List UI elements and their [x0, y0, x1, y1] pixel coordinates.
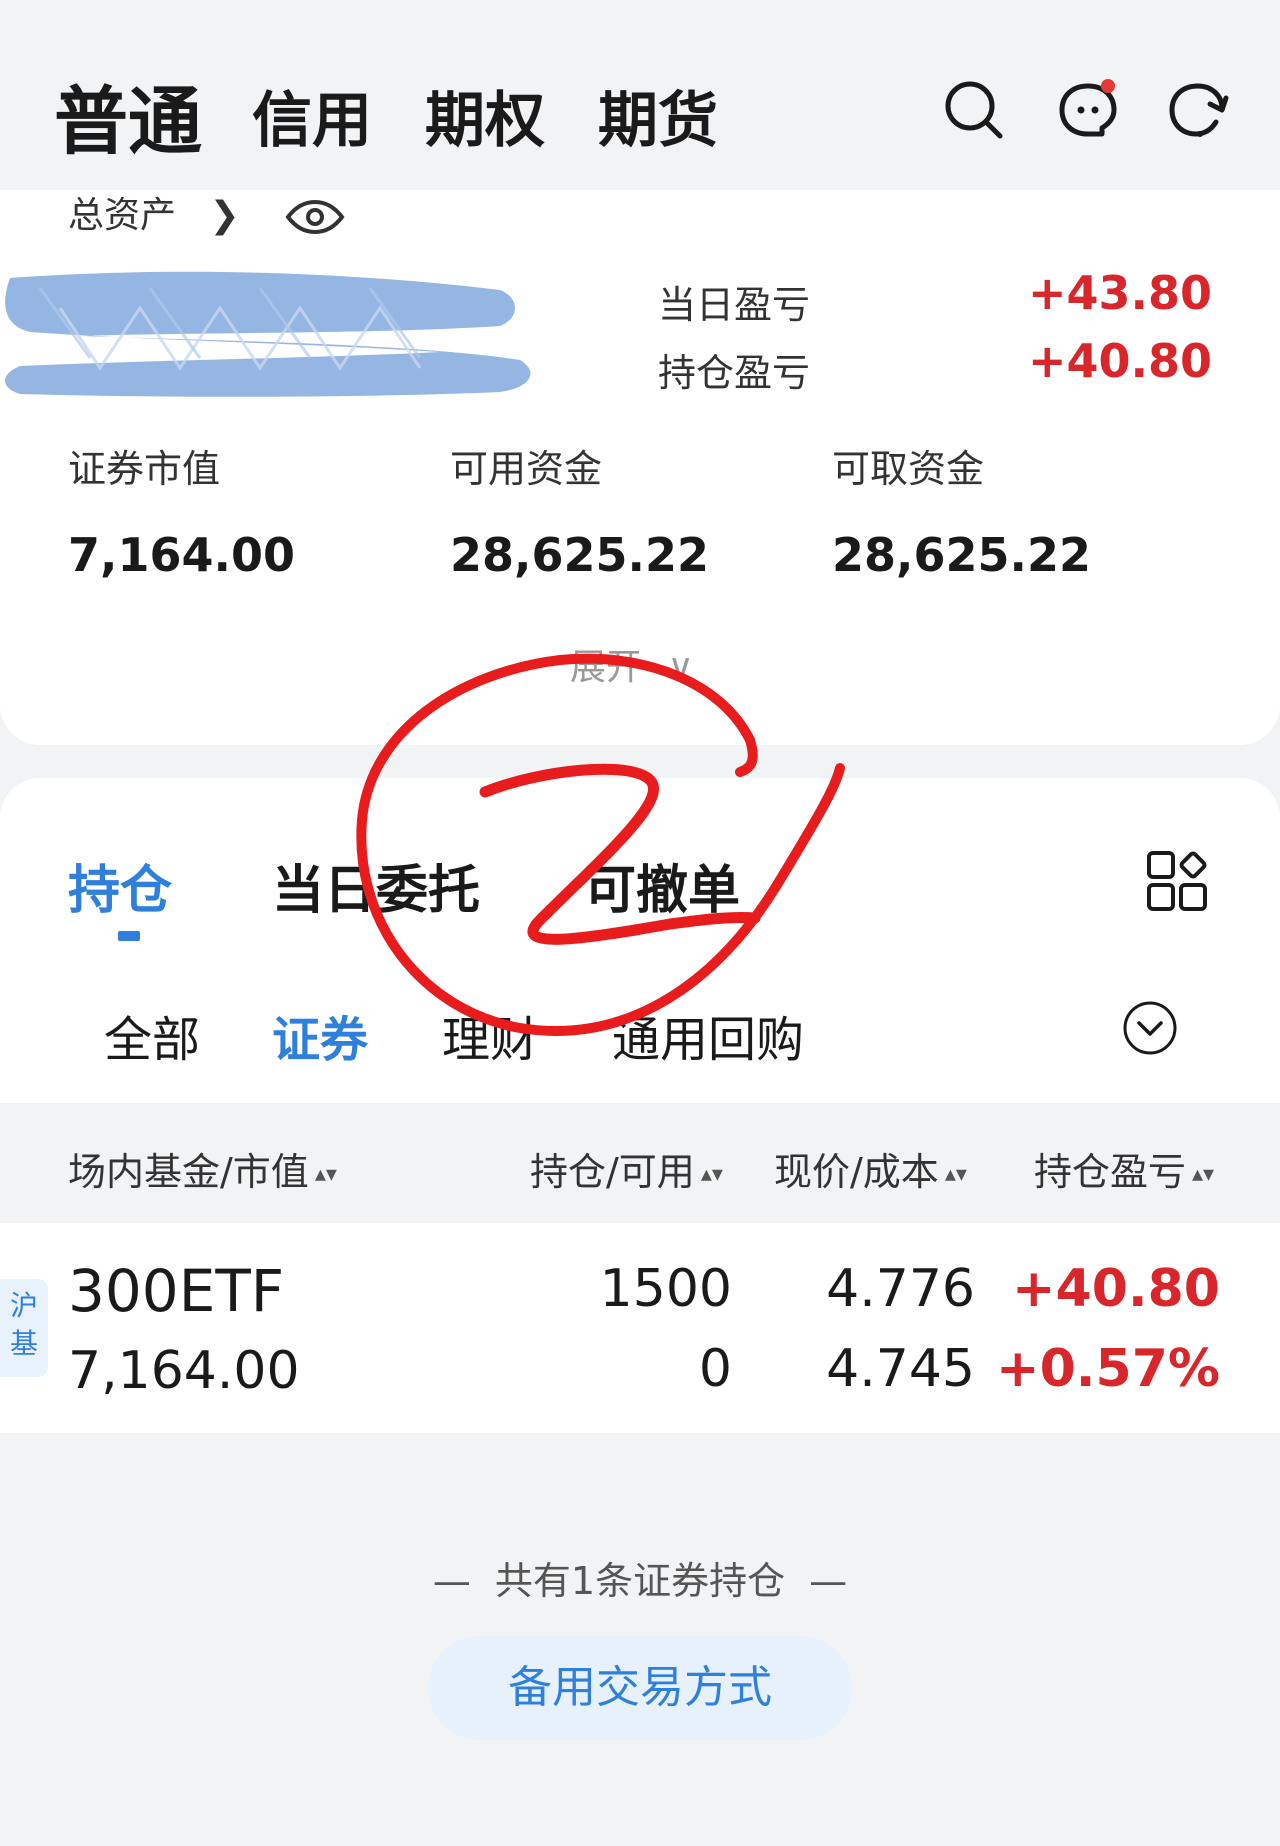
- tab-credit[interactable]: 信用: [252, 72, 372, 159]
- row-pnl-percent: +0.57%: [996, 1339, 1220, 1399]
- row-pnl: +40.80: [1011, 1259, 1220, 1319]
- header-fund-value-label: 场内基金/市值: [68, 1150, 309, 1194]
- chevron-right-icon: ❯: [209, 195, 240, 236]
- chat-icon[interactable]: [1056, 78, 1120, 142]
- divider-left: —: [432, 1559, 471, 1603]
- total-assets-row[interactable]: 总资产 ❯: [68, 186, 345, 238]
- eye-icon[interactable]: [285, 199, 345, 235]
- divider-right: —: [809, 1559, 848, 1603]
- subtab-wealth[interactable]: 理财: [442, 1000, 538, 1070]
- cost-price: 4.745: [826, 1339, 975, 1399]
- sort-icon: ▴▾: [314, 1162, 337, 1187]
- tab-futures[interactable]: 期货: [598, 72, 718, 159]
- account-type-tabbar: 普通 信用 期权 期货: [0, 0, 1280, 190]
- tab-today-orders[interactable]: 当日委托: [272, 848, 480, 923]
- refresh-icon[interactable]: [1166, 78, 1230, 142]
- header-position-label: 持仓/可用: [530, 1150, 695, 1194]
- subtab-repo[interactable]: 通用回购: [612, 1000, 804, 1070]
- assets-card: 总资产 ❯ 当日盈亏 +43.80 持仓盈亏 +40.80 证券市值 可用资金 …: [0, 190, 1280, 745]
- withdrawable-funds: 28,625.22: [832, 528, 1091, 582]
- header-fund-value[interactable]: 场内基金/市值 ▴▾: [68, 1141, 337, 1196]
- notification-dot: [1101, 79, 1115, 93]
- available-funds: 28,625.22: [450, 528, 709, 582]
- redaction-scribble: [5, 271, 531, 397]
- holdings-table-header: 场内基金/市值 ▴▾ 持仓/可用 ▴▾ 现价/成本 ▴▾ 持仓盈亏 ▴▾: [0, 1103, 1280, 1223]
- chevron-down-icon: ∨: [667, 647, 694, 688]
- subtab-securities[interactable]: 证券: [272, 1000, 368, 1070]
- tab-options[interactable]: 期权: [425, 72, 545, 159]
- header-pnl-label: 持仓盈亏: [1034, 1150, 1187, 1194]
- position-pnl-label: 持仓盈亏: [658, 351, 811, 395]
- holdings-summary-text: 共有1条证券持仓: [494, 1559, 786, 1603]
- sort-icon: ▴▾: [700, 1162, 723, 1187]
- daily-pnl-label: 当日盈亏: [658, 283, 811, 327]
- current-price: 4.776: [826, 1259, 975, 1319]
- search-icon[interactable]: [942, 78, 1006, 142]
- tab-positions[interactable]: 持仓: [68, 848, 172, 923]
- tab-normal[interactable]: 普通: [54, 62, 202, 169]
- withdrawable-funds-label: 可取资金: [832, 447, 985, 491]
- holdings-summary: — 共有1条证券持仓 —: [0, 1550, 1280, 1605]
- total-assets-label: 总资产: [68, 195, 177, 236]
- active-tab-indicator: [118, 931, 140, 941]
- expand-label: 展开: [570, 647, 643, 688]
- sort-icon: ▴▾: [1192, 1162, 1215, 1187]
- header-price-label: 现价/成本: [774, 1150, 939, 1194]
- expand-button[interactable]: 展开 ∨: [570, 638, 694, 690]
- alt-trade-button[interactable]: 备用交易方式: [428, 1636, 852, 1740]
- position-quantity: 1500: [599, 1259, 732, 1319]
- header-price-cost[interactable]: 现价/成本 ▴▾: [774, 1141, 967, 1196]
- header-position-available[interactable]: 持仓/可用 ▴▾: [530, 1141, 723, 1196]
- positions-card: 持仓 当日委托 可撤单 全部 证券 理财 通用回购: [0, 778, 1280, 1103]
- market-value-label: 证券市值: [68, 447, 221, 491]
- market-value: 7,164.00: [68, 528, 295, 582]
- subtab-all[interactable]: 全部: [104, 1000, 200, 1070]
- security-name: 300ETF: [68, 1257, 285, 1325]
- exchange-badge: 沪基: [0, 1279, 48, 1377]
- available-funds-label: 可用资金: [450, 447, 603, 491]
- available-quantity: 0: [698, 1339, 732, 1399]
- sort-icon: ▴▾: [944, 1162, 967, 1187]
- daily-pnl-value: +43.80: [1027, 266, 1212, 320]
- header-position-pnl[interactable]: 持仓盈亏 ▴▾: [1034, 1141, 1214, 1196]
- security-market-value: 7,164.00: [68, 1341, 300, 1401]
- chevron-down-circle-icon[interactable]: [1122, 1000, 1178, 1056]
- tab-cancelable[interactable]: 可撤单: [584, 848, 740, 923]
- table-row[interactable]: 沪基 300ETF 7,164.00 1500 0 4.776 4.745 +4…: [0, 1223, 1280, 1433]
- position-pnl-value: +40.80: [1027, 334, 1212, 388]
- grid-menu-icon[interactable]: [1146, 850, 1208, 912]
